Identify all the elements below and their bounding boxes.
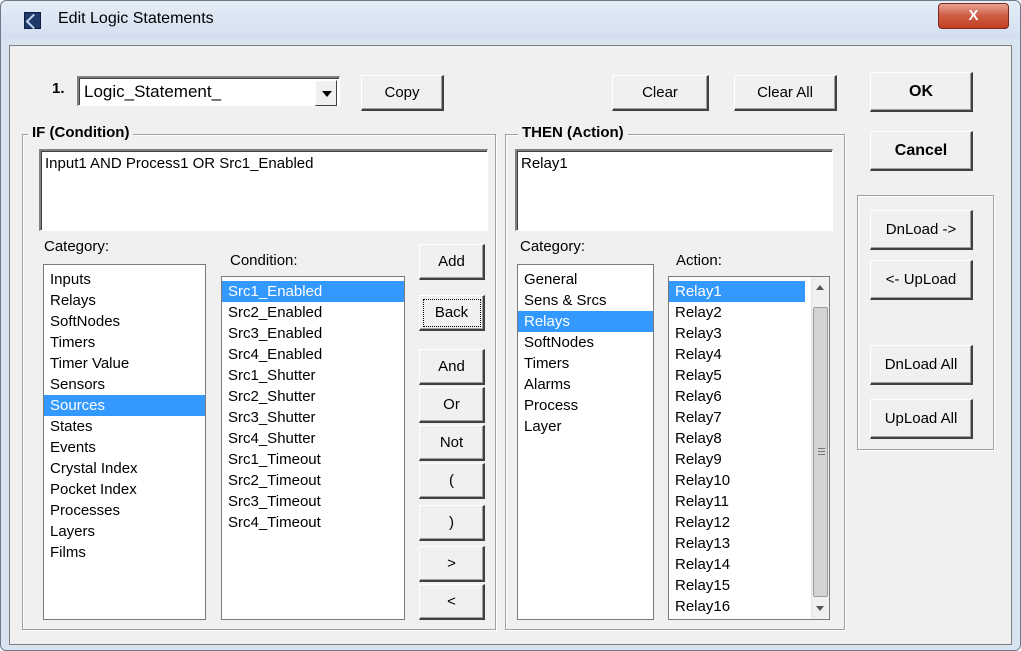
action-textbox[interactable]: Relay1 xyxy=(515,149,833,231)
if-category-label: Category: xyxy=(44,238,110,255)
condition-item[interactable]: Src2_Timeout xyxy=(222,470,404,491)
if-condition-legend: IF (Condition) xyxy=(28,124,134,141)
copy-button[interactable]: Copy xyxy=(361,75,444,111)
if-category-item[interactable]: Timer Value xyxy=(44,353,205,374)
action-item[interactable]: Relay14 xyxy=(669,554,805,575)
condition-list[interactable]: Src1_Enabled Src2_Enabled Src3_Enabled Src4… xyxy=(221,276,405,620)
cancel-button[interactable]: Cancel xyxy=(870,131,973,171)
condition-textbox[interactable]: Input1 AND Process1 OR Src1_Enabled xyxy=(39,149,488,231)
if-category-item[interactable]: Relays xyxy=(44,290,205,311)
action-item[interactable]: Relay4 xyxy=(669,344,805,365)
action-item[interactable]: Relay12 xyxy=(669,512,805,533)
statement-combobox[interactable]: Logic_Statement_ xyxy=(77,76,340,106)
statement-value: Logic_Statement_ xyxy=(84,82,222,101)
chevron-down-icon[interactable] xyxy=(315,80,337,106)
condition-item[interactable]: Src1_Enabled xyxy=(222,281,404,302)
then-category-item[interactable]: Process xyxy=(518,395,653,416)
action-item[interactable]: Relay2 xyxy=(669,302,805,323)
if-category-item[interactable]: Layers xyxy=(44,521,205,542)
action-item[interactable]: Relay16 xyxy=(669,596,805,617)
action-item[interactable]: Relay7 xyxy=(669,407,805,428)
action-item[interactable]: Relay6 xyxy=(669,386,805,407)
then-category-item[interactable]: General xyxy=(518,269,653,290)
condition-item[interactable]: Src2_Shutter xyxy=(222,386,404,407)
then-action-legend: THEN (Action) xyxy=(518,124,628,141)
then-category-item[interactable]: Alarms xyxy=(518,374,653,395)
then-category-item[interactable]: Relays xyxy=(518,311,653,332)
action-text: Relay1 xyxy=(521,155,568,172)
action-item[interactable]: Relay15 xyxy=(669,575,805,596)
then-category-label: Category: xyxy=(520,238,586,255)
not-button[interactable]: Not xyxy=(419,425,485,461)
action-item[interactable]: Relay1 xyxy=(669,281,805,302)
open-paren-button[interactable]: ( xyxy=(419,463,485,499)
clear-all-button[interactable]: Clear All xyxy=(734,75,837,111)
if-category-item[interactable]: Sources xyxy=(44,395,205,416)
clear-button[interactable]: Clear xyxy=(612,75,709,111)
app-icon xyxy=(24,12,41,29)
then-category-item[interactable]: Layer xyxy=(518,416,653,437)
condition-item[interactable]: Src4_Enabled xyxy=(222,344,404,365)
if-category-item[interactable]: Crystal Index xyxy=(44,458,205,479)
condition-item[interactable]: Src3_Timeout xyxy=(222,491,404,512)
scrollbar-thumb[interactable] xyxy=(813,307,828,597)
if-category-item[interactable]: Pocket Index xyxy=(44,479,205,500)
action-item[interactable]: Relay5 xyxy=(669,365,805,386)
condition-text: Input1 AND Process1 OR Src1_Enabled xyxy=(45,155,314,172)
back-button[interactable]: Back xyxy=(419,295,485,331)
condition-item[interactable]: Src3_Enabled xyxy=(222,323,404,344)
and-button[interactable]: And xyxy=(419,349,485,385)
action-list-scrollbar[interactable] xyxy=(811,277,829,619)
if-category-item[interactable]: Sensors xyxy=(44,374,205,395)
upload-button[interactable]: <- UpLoad xyxy=(870,260,973,300)
action-item[interactable]: Relay11 xyxy=(669,491,805,512)
then-category-item[interactable]: Sens & Srcs xyxy=(518,290,653,311)
condition-item[interactable]: Src3_Shutter xyxy=(222,407,404,428)
if-category-item[interactable]: States xyxy=(44,416,205,437)
close-paren-button[interactable]: ) xyxy=(419,505,485,541)
if-category-item[interactable]: Inputs xyxy=(44,269,205,290)
if-category-item[interactable]: Events xyxy=(44,437,205,458)
scroll-down-arrow-icon[interactable] xyxy=(812,600,829,617)
condition-item[interactable]: Src4_Shutter xyxy=(222,428,404,449)
statement-number: 1. xyxy=(52,80,65,97)
condition-label: Condition: xyxy=(230,252,298,269)
action-list[interactable]: Relay1 Relay2 Relay3 Relay4 Relay5 Relay6 Rela… xyxy=(668,276,830,620)
condition-item[interactable]: Src1_Shutter xyxy=(222,365,404,386)
download-all-button[interactable]: DnLoad All xyxy=(870,345,973,385)
if-category-list[interactable]: Inputs Relays SoftNodes Timers Timer Value Se… xyxy=(43,264,206,620)
scroll-up-arrow-icon[interactable] xyxy=(812,279,829,296)
or-button[interactable]: Or xyxy=(419,387,485,423)
greater-than-button[interactable]: > xyxy=(419,546,485,582)
less-than-button[interactable]: < xyxy=(419,584,485,620)
if-category-item[interactable]: SoftNodes xyxy=(44,311,205,332)
condition-item[interactable]: Src1_Timeout xyxy=(222,449,404,470)
upload-all-button[interactable]: UpLoad All xyxy=(870,399,973,439)
ok-button[interactable]: OK xyxy=(870,72,973,112)
condition-item[interactable]: Src2_Enabled xyxy=(222,302,404,323)
window-title: Edit Logic Statements xyxy=(58,10,214,27)
add-button[interactable]: Add xyxy=(419,244,485,280)
action-item[interactable]: Relay9 xyxy=(669,449,805,470)
if-category-item[interactable]: Processes xyxy=(44,500,205,521)
action-label: Action: xyxy=(676,252,722,269)
download-button[interactable]: DnLoad -> xyxy=(870,210,973,250)
then-category-item[interactable]: Timers xyxy=(518,353,653,374)
if-category-item[interactable]: Films xyxy=(44,542,205,563)
condition-item[interactable]: Src4_Timeout xyxy=(222,512,404,533)
action-item[interactable]: Relay3 xyxy=(669,323,805,344)
action-item[interactable]: Relay13 xyxy=(669,533,805,554)
action-item[interactable]: Relay10 xyxy=(669,470,805,491)
then-category-item[interactable]: SoftNodes xyxy=(518,332,653,353)
action-item[interactable]: Relay8 xyxy=(669,428,805,449)
if-category-item[interactable]: Timers xyxy=(44,332,205,353)
close-button[interactable]: X xyxy=(938,3,1009,29)
then-category-list[interactable]: General Sens & Srcs Relays SoftNodes Timers A… xyxy=(517,264,654,620)
